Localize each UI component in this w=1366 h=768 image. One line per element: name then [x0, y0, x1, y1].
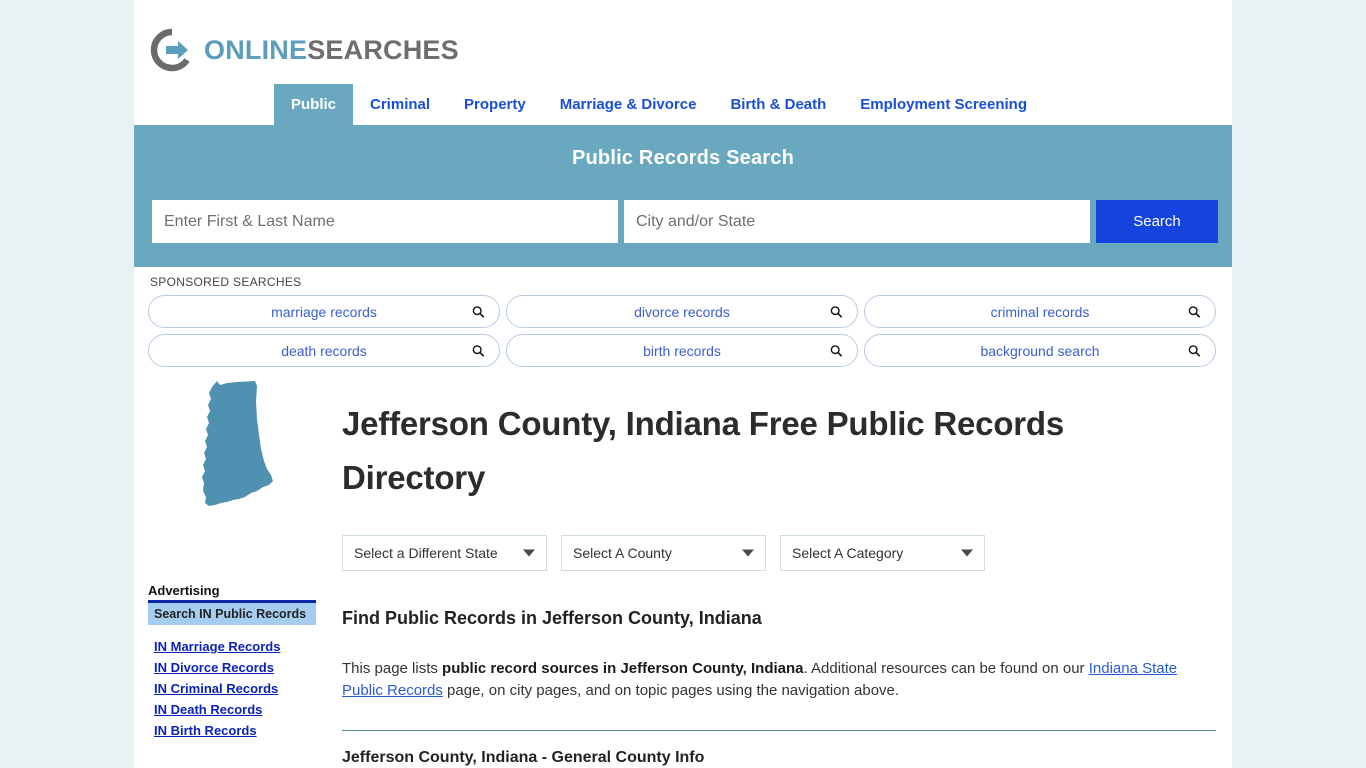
sidebar-link-divorce-records[interactable]: IN Divorce Records: [154, 657, 316, 678]
select-state-value: Select a Different State: [354, 545, 498, 561]
chevron-down-icon: [742, 549, 754, 557]
sponsored-searches-label: SPONSORED SEARCHES: [150, 275, 302, 289]
location-search-input[interactable]: [624, 200, 1090, 243]
search-icon: [1188, 344, 1201, 357]
advertising-title: Advertising: [148, 583, 220, 598]
logo-word-searches: SEARCHES: [307, 34, 459, 65]
indiana-state-map-icon: [202, 381, 273, 506]
advertising-header: Search IN Public Records: [148, 603, 316, 625]
intro-paragraph: This page lists public record sources in…: [342, 658, 1216, 702]
intro-bold: public record sources in Jefferson Count…: [442, 660, 804, 677]
pill-label: background search: [980, 342, 1100, 359]
sidebar-link-marriage-records[interactable]: IN Marriage Records: [154, 636, 316, 657]
tab-criminal[interactable]: Criminal: [353, 84, 447, 125]
logo-word-online: ONLINE: [204, 34, 308, 65]
search-icon: [830, 305, 843, 318]
search-icon: [830, 344, 843, 357]
sidebar: Advertising Search IN Public Records IN …: [134, 375, 338, 767]
tab-employment-screening[interactable]: Employment Screening: [843, 84, 1044, 125]
pill-label: divorce records: [634, 303, 730, 320]
advertising-links: IN Marriage Records IN Divorce Records I…: [148, 625, 316, 741]
chevron-down-icon: [961, 549, 973, 557]
sidebar-link-death-records[interactable]: IN Death Records: [154, 699, 316, 720]
sponsored-pill-death-records[interactable]: death records: [148, 334, 500, 367]
sponsored-pill-birth-records[interactable]: birth records: [506, 334, 858, 367]
site-logo[interactable]: ONLINESEARCHES: [134, 0, 1232, 84]
circle-arrow-logo-icon: [150, 28, 194, 72]
state-map-wrapper: [148, 375, 338, 525]
tab-property[interactable]: Property: [447, 84, 543, 125]
sponsored-pill-criminal-records[interactable]: criminal records: [864, 295, 1216, 328]
intro-text-1: This page lists: [342, 660, 443, 677]
main-navigation: Public Criminal Property Marriage & Divo…: [134, 84, 1232, 125]
pill-label: death records: [281, 342, 367, 359]
chevron-down-icon: [523, 549, 535, 557]
search-button[interactable]: Search: [1096, 200, 1218, 243]
sponsored-pill-divorce-records[interactable]: divorce records: [506, 295, 858, 328]
tab-public[interactable]: Public: [274, 84, 354, 125]
logo-wordmark: ONLINESEARCHES: [204, 35, 459, 66]
tab-birth-death[interactable]: Birth & Death: [713, 84, 843, 125]
select-state[interactable]: Select a Different State: [342, 535, 547, 571]
page-root: ONLINESEARCHES Public Criminal Property …: [0, 0, 1366, 768]
filter-selects: Select a Different State Select A County…: [342, 535, 1216, 571]
select-category[interactable]: Select A Category: [780, 535, 985, 571]
intro-text-2: . Additional resources can be found on o…: [803, 660, 1089, 677]
advertising-box: Advertising Search IN Public Records IN …: [148, 525, 316, 741]
main-content: Jefferson County, Indiana Free Public Re…: [338, 375, 1232, 767]
body-layout: Advertising Search IN Public Records IN …: [134, 367, 1232, 767]
select-county[interactable]: Select A County: [561, 535, 766, 571]
pill-label: criminal records: [990, 303, 1090, 320]
search-icon: [472, 305, 485, 318]
select-county-value: Select A County: [573, 545, 672, 561]
page-title: Jefferson County, Indiana Free Public Re…: [342, 405, 1065, 496]
intro-text-3: page, on city pages, and on topic pages …: [442, 682, 900, 699]
name-search-input[interactable]: [152, 200, 618, 243]
content-container: ONLINESEARCHES Public Criminal Property …: [134, 0, 1232, 768]
general-county-info-title: Jefferson County, Indiana - General Coun…: [342, 749, 705, 766]
section-divider: [342, 730, 1216, 731]
search-form: Search: [152, 200, 1218, 243]
search-icon: [472, 344, 485, 357]
pill-label: birth records: [643, 342, 721, 359]
sidebar-link-criminal-records[interactable]: IN Criminal Records: [154, 678, 316, 699]
banner-title: Public Records Search: [571, 147, 795, 169]
search-icon: [1188, 305, 1201, 318]
public-records-search-banner: Public Records Search Search: [134, 125, 1232, 267]
pill-label: marriage records: [271, 303, 377, 320]
sidebar-link-birth-records[interactable]: IN Birth Records: [154, 720, 316, 741]
sponsored-pill-background-search[interactable]: background search: [864, 334, 1216, 367]
tab-marriage-divorce[interactable]: Marriage & Divorce: [543, 84, 714, 125]
sponsored-searches-grid: marriage records divorce records crimina…: [134, 295, 1232, 367]
section-title: Find Public Records in Jefferson County,…: [342, 608, 762, 628]
select-category-value: Select A Category: [792, 545, 904, 561]
sponsored-pill-marriage-records[interactable]: marriage records: [148, 295, 500, 328]
